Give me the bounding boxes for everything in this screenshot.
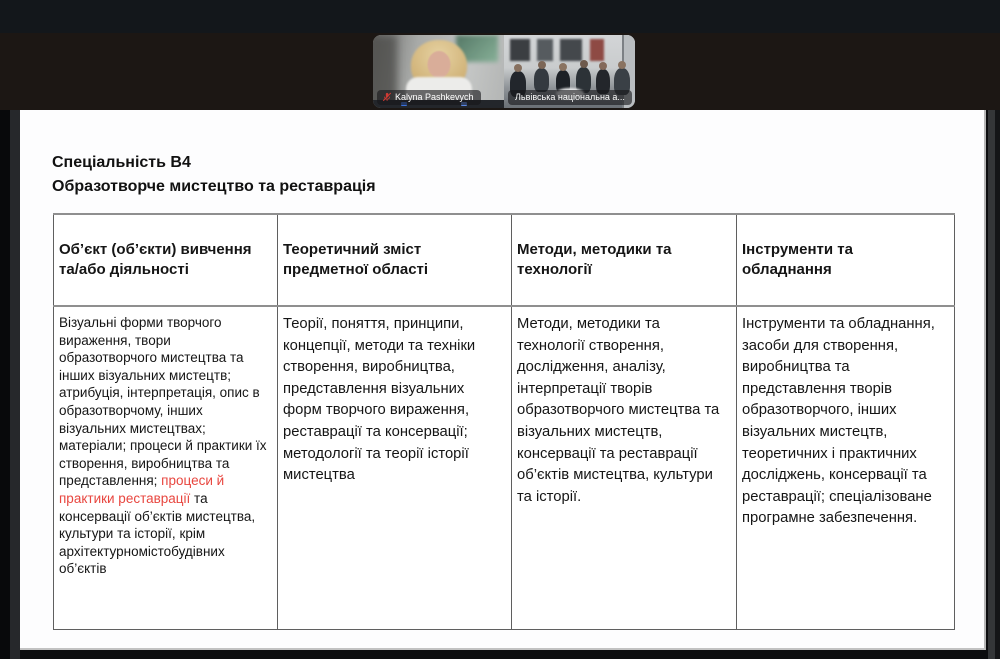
header-tools: Інструменти та обладнання (737, 214, 955, 306)
participant-name-tag: Львівська національна а... (508, 90, 632, 105)
table-body-row: Візуальні форми творчого вираження, твор… (54, 306, 955, 629)
video-art-wall-frame (537, 39, 553, 61)
participant-thumbnails: Kalyna Pashkevych Львівська націон (373, 35, 635, 108)
video-art-person-head (559, 63, 567, 71)
header-theory: Теоретичний зміст предметної області (278, 214, 512, 306)
table-header-row: Об’єкт (об’єкти) вивчення та/або діяльно… (54, 214, 955, 306)
participant-video-kalyna-pashkevych[interactable]: Kalyna Pashkevych (373, 35, 504, 108)
video-art-person (534, 68, 549, 92)
participant-name: Kalyna Pashkevych (395, 92, 474, 102)
video-art-wall-frame (560, 39, 582, 61)
video-art-wall-frame (510, 39, 530, 61)
header-objects: Об’єкт (об’єкти) вивчення та/або діяльно… (54, 214, 278, 306)
document-title-line1: Спеціальність B4 (52, 151, 376, 175)
cell-objects-text: Візуальні форми творчого вираження, твор… (59, 315, 267, 488)
participant-name-tag: Kalyna Pashkevych (377, 90, 481, 105)
window-edge-right-highlight (988, 110, 995, 659)
cell-methods: Методи, методики та технології створення… (512, 306, 737, 629)
cell-theory: Теорії, поняття, принципи, концепції, ме… (278, 306, 512, 629)
window-edge-left-highlight (10, 110, 20, 659)
shared-document-page: Спеціальність B4 Образотворче мистецтво … (20, 110, 986, 650)
document-title-line2: Образотворче мистецтво та реставрація (52, 175, 376, 199)
header-methods: Методи, методики та технології (512, 214, 737, 306)
video-art-person-head (514, 64, 522, 72)
cell-objects: Візуальні форми творчого вираження, твор… (54, 306, 278, 629)
video-art-person-head (618, 61, 626, 69)
video-art-face (427, 51, 450, 78)
video-strip: Kalyna Pashkevych Львівська націон (0, 33, 1000, 110)
document-title: Спеціальність B4 Образотворче мистецтво … (52, 151, 376, 199)
window-edge-left (0, 110, 10, 659)
participant-video-lviv-academy[interactable]: Львівська національна а... (504, 35, 635, 108)
participant-name: Львівська національна а... (515, 92, 625, 102)
video-art-person-head (599, 62, 607, 70)
cell-tools: Інструменти та обладнання, засоби для ст… (737, 306, 955, 629)
specialty-table: Об’єкт (об’єкти) вивчення та/або діяльно… (53, 213, 955, 630)
video-art-person-head (538, 61, 546, 69)
window-edge-right (995, 110, 1000, 659)
meeting-top-bar (0, 0, 1000, 33)
mic-muted-icon (382, 92, 392, 102)
video-art-wall-frame (590, 39, 604, 61)
video-art-person-head (580, 60, 588, 68)
